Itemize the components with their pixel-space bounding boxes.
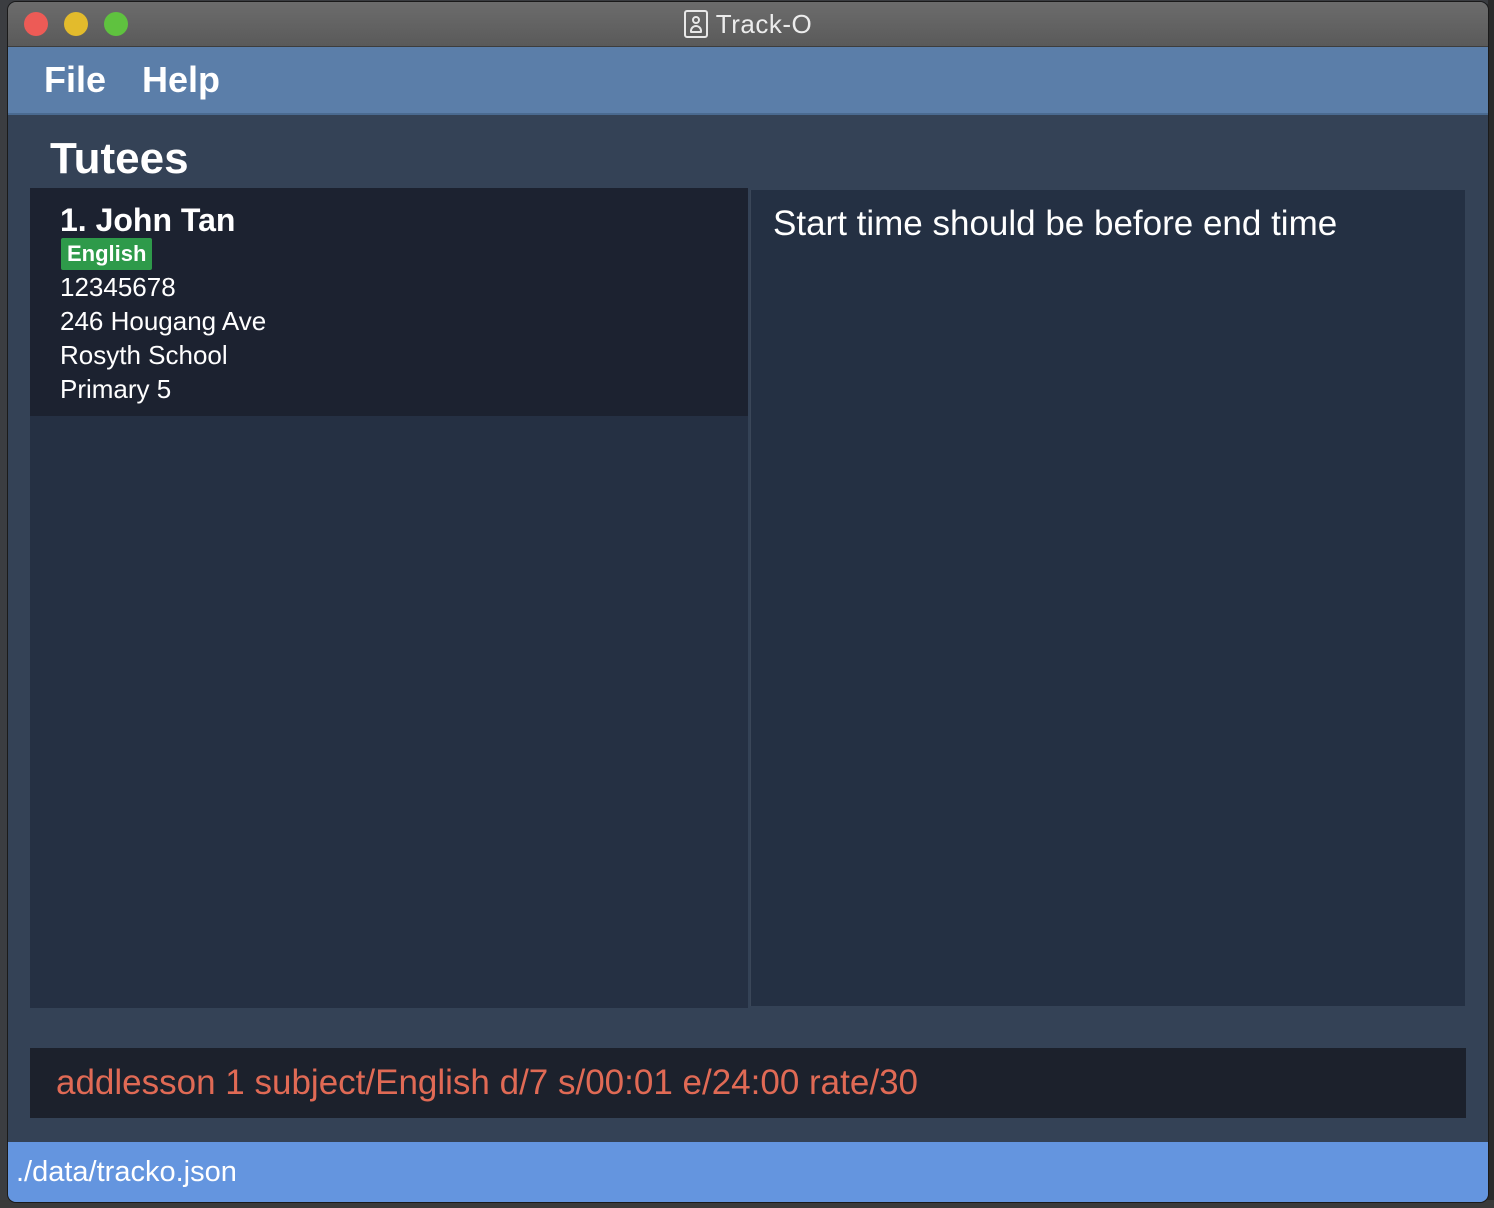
result-display-panel[interactable]: Start time should be before end time bbox=[750, 190, 1465, 1006]
tutee-card[interactable]: 1. John Tan English 12345678 246 Hougang… bbox=[30, 188, 748, 416]
tutee-list-panel[interactable]: 1. John Tan English 12345678 246 Hougang… bbox=[30, 188, 748, 1008]
command-input-box[interactable]: addlesson 1 subject/English d/7 s/00:01 … bbox=[30, 1048, 1466, 1118]
menu-file[interactable]: File bbox=[44, 59, 106, 101]
subject-tag: English bbox=[61, 238, 153, 270]
window-title-group: Track-O bbox=[8, 2, 1488, 46]
command-input[interactable]: addlesson 1 subject/English d/7 s/00:01 … bbox=[56, 1063, 918, 1103]
status-file-path: ./data/tracko.json bbox=[16, 1156, 237, 1188]
app-window: Track-O File Help Tutees 1. John Tan Eng… bbox=[8, 2, 1488, 1202]
tutee-name: 1. John Tan bbox=[60, 202, 236, 238]
tutee-phone: 12345678 bbox=[60, 272, 176, 302]
contact-book-icon bbox=[683, 10, 708, 38]
desktop-background-right bbox=[1488, 0, 1494, 1208]
result-message: Start time should be before end time bbox=[773, 204, 1338, 243]
tutees-heading: Tutees bbox=[50, 134, 189, 183]
title-bar[interactable]: Track-O bbox=[8, 2, 1488, 47]
window-title: Track-O bbox=[715, 8, 813, 39]
menu-bar: File Help bbox=[8, 47, 1488, 115]
tutee-school: Rosyth School bbox=[60, 340, 228, 370]
tutee-level: Primary 5 bbox=[60, 374, 172, 404]
status-bar: ./data/tracko.json bbox=[8, 1142, 1488, 1202]
menu-help[interactable]: Help bbox=[142, 59, 220, 101]
tutee-address: 246 Hougang Ave bbox=[60, 306, 267, 336]
